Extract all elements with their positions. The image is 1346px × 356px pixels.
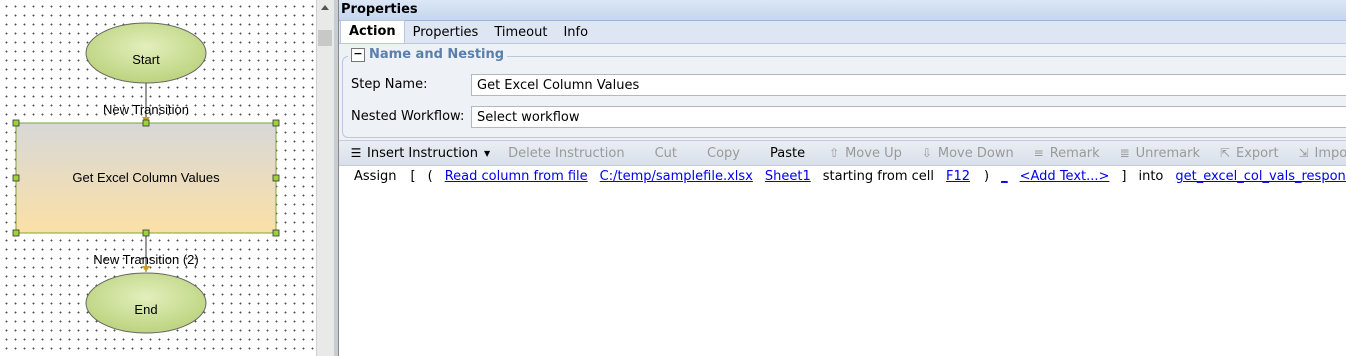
chevron-down-icon: ▼ (484, 148, 491, 158)
name-nesting-group: − Name and Nesting Step Name: Get Excel … (342, 47, 1346, 138)
starting-text: starting from cell (822, 169, 935, 184)
export-button[interactable]: ⇱ Export (1218, 146, 1279, 161)
properties-panel: Properties Action Properties Timeout Inf… (339, 0, 1346, 356)
collapse-icon[interactable]: − (351, 47, 365, 62)
insert-instruction-button[interactable]: ☰ Insert Instruction ▼ (349, 145, 491, 161)
delete-instruction-button[interactable]: Delete Instruction (508, 146, 624, 161)
workflow-canvas[interactable]: Start New Transition Get Excel Column Va… (0, 0, 316, 356)
step-label: Get Excel Column Values (72, 170, 220, 185)
move-up-button[interactable]: ⇧ Move Up (827, 146, 902, 161)
into-keyword: into (1138, 169, 1164, 184)
remark-button[interactable]: ≡ Remark (1032, 146, 1100, 161)
transition-label-1[interactable]: New Transition (103, 102, 189, 117)
instruction-toolbar: ☰ Insert Instruction ▼ Delete Instructio… (339, 140, 1346, 166)
tab-bar: Action Properties Timeout Info (339, 20, 1346, 44)
step-name-field[interactable]: Get Excel Column Values (471, 73, 1346, 96)
nested-workflow-select[interactable]: Select workflow (471, 105, 1346, 128)
unremark-button[interactable]: ≣ Unremark (1118, 146, 1200, 161)
assign-keyword: Assign (354, 169, 397, 184)
name-nesting-section: − Name and Nesting Step Name: Get Excel … (339, 44, 1346, 140)
canvas-scrollbar[interactable] (316, 0, 334, 356)
section-title: Name and Nesting (369, 47, 505, 62)
scroll-thumb[interactable] (318, 30, 332, 46)
arrow-up-icon: ⇧ (829, 146, 840, 160)
tab-info[interactable]: Info (555, 23, 596, 43)
sheet-link[interactable]: Sheet1 (765, 169, 811, 184)
tab-timeout[interactable]: Timeout (486, 23, 555, 43)
insert-instruction-label: Insert Instruction (367, 145, 478, 161)
move-up-label: Move Up (845, 145, 902, 161)
copy-button[interactable]: Copy (707, 146, 740, 161)
action-link[interactable]: Read column from file (445, 169, 588, 184)
nested-workflow-row: Nested Workflow: Select workflow (351, 105, 1346, 128)
export-icon: ⇱ (1219, 146, 1231, 160)
section-header: − Name and Nesting (348, 47, 508, 62)
start-label: Start (132, 52, 160, 67)
tab-properties[interactable]: Properties (405, 23, 487, 43)
tab-action[interactable]: Action (340, 20, 405, 43)
panel-title: Properties (339, 0, 1346, 21)
insert-icon: ☰ (350, 146, 362, 160)
cut-label: Cut (654, 145, 678, 161)
move-down-button[interactable]: ⇩ Move Down (920, 146, 1014, 161)
import-label: Import (1314, 145, 1346, 161)
step-name-label: Step Name: (351, 77, 428, 92)
end-label: End (134, 302, 157, 317)
remark-label: Remark (1049, 145, 1100, 161)
remark-icon: ≡ (1033, 146, 1044, 160)
file-path-link[interactable]: C:/temp/samplefile.xlsx (600, 169, 753, 184)
step-name-row: Step Name: Get Excel Column Values (351, 73, 1346, 96)
paste-button[interactable]: Paste (770, 146, 805, 161)
instruction-line[interactable]: Assign [ ( Read column from file C:/temp… (354, 169, 1346, 184)
export-label: Export (1235, 145, 1279, 161)
copy-label: Copy (707, 145, 740, 161)
unremark-icon: ≣ (1119, 146, 1130, 160)
transition-label-2[interactable]: New Transition (2) (93, 252, 198, 267)
target-variable-link[interactable]: get_excel_col_vals_response (1175, 169, 1346, 184)
unremark-label: Unremark (1135, 145, 1200, 161)
delete-instruction-label: Delete Instruction (508, 145, 625, 161)
move-down-label: Move Down (937, 145, 1014, 161)
arrow-down-icon: ⇩ (921, 146, 932, 160)
cell-link[interactable]: F12 (946, 169, 970, 184)
import-button[interactable]: ⇲ Import (1297, 146, 1346, 161)
cut-button[interactable]: Cut (655, 146, 677, 161)
paste-label: Paste (770, 145, 806, 161)
import-icon: ⇲ (1298, 146, 1309, 160)
workflow-diagram: Start New Transition Get Excel Column Va… (12, 22, 280, 334)
add-text-link[interactable]: <Add Text...> (1020, 169, 1110, 184)
scroll-up-icon[interactable] (321, 5, 329, 10)
nested-workflow-label: Nested Workflow: (351, 109, 465, 124)
